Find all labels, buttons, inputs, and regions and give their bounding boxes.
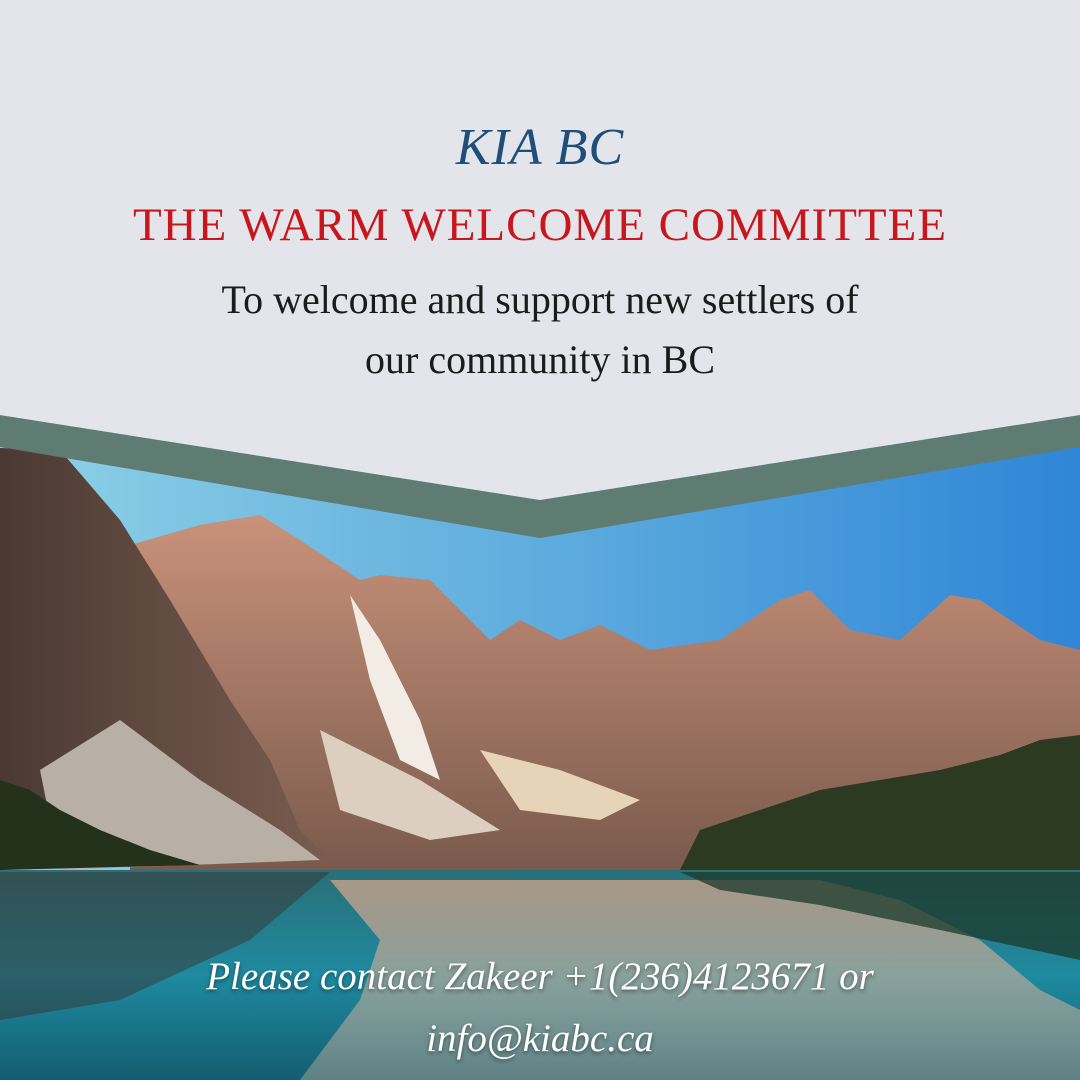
tagline-line-1: To welcome and support new settlers of: [221, 277, 859, 322]
tagline: To welcome and support new settlers of o…: [0, 270, 1080, 390]
org-name: KIA BC: [455, 119, 625, 176]
tagline-line-2: our community in BC: [365, 337, 715, 382]
contact-line-1: Please contact Zakeer +1(236)4123671 or: [206, 955, 874, 998]
contact-info: Please contact Zakeer +1(236)4123671 or …: [0, 946, 1080, 1070]
contact-email: info@kiabc.ca: [426, 1017, 654, 1060]
welcome-poster: KIA BC THE WARM WELCOME COMMITTEE To wel…: [0, 0, 1080, 1080]
committee-name: THE WARM WELCOME COMMITTEE: [132, 199, 948, 251]
